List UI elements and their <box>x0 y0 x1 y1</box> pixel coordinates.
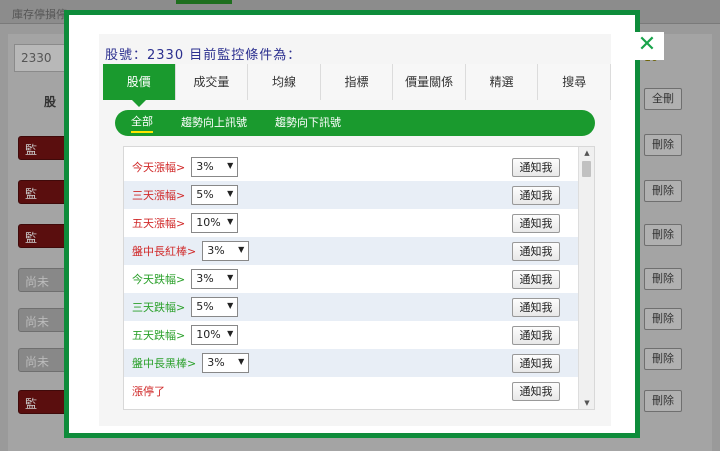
background-status-button[interactable]: 監 <box>18 390 70 414</box>
condition-label: 三天跌幅> <box>132 301 186 314</box>
threshold-value: 10% <box>196 328 221 341</box>
background-status-button[interactable]: 尚未 <box>18 348 70 372</box>
background-status-button[interactable]: 尚未 <box>18 308 70 332</box>
condition-row: 五天漲幅> 10% ▼ 通知我 <box>124 209 578 237</box>
condition-label: 漲停了 <box>132 385 165 398</box>
condition-label: 盤中長黑棒> <box>132 357 197 370</box>
threshold-value: 3% <box>207 356 225 369</box>
notify-me-button[interactable]: 通知我 <box>512 241 560 261</box>
notify-me-button[interactable]: 通知我 <box>512 157 560 177</box>
subtab-2[interactable]: 趨勢向下訊號 <box>275 114 341 132</box>
tab-4[interactable]: 價量關係 <box>393 64 466 100</box>
background-delete-all-button[interactable]: 全刪 <box>644 88 682 110</box>
chevron-down-icon: ▼ <box>227 161 234 170</box>
threshold-value: 5% <box>196 300 214 313</box>
threshold-value: 3% <box>207 244 225 257</box>
chevron-down-icon: ▼ <box>238 245 245 254</box>
background-top-text: 庫存停損停 <box>12 8 67 21</box>
subtab-0[interactable]: 全部 <box>131 113 153 133</box>
threshold-select[interactable]: 5% ▼ <box>191 185 239 205</box>
condition-label: 五天跌幅> <box>132 329 186 342</box>
tab-1[interactable]: 成交量 <box>175 64 249 100</box>
threshold-select[interactable]: 3% ▼ <box>202 241 250 261</box>
condition-label: 今天漲幅> <box>132 161 186 174</box>
notify-me-button[interactable]: 通知我 <box>512 353 560 373</box>
chevron-down-icon: ▼ <box>227 329 234 338</box>
threshold-select[interactable]: 3% ▼ <box>191 269 239 289</box>
background-delete-button[interactable]: 刪除 <box>644 348 682 370</box>
scroll-thumb[interactable] <box>582 161 591 177</box>
chevron-down-icon: ▼ <box>227 189 234 198</box>
threshold-value: 3% <box>196 272 214 285</box>
category-tabs: 股價 成交量 均線 指標 價量關係 精選 搜尋 <box>103 64 612 107</box>
threshold-select[interactable]: 10% ▼ <box>191 213 239 233</box>
subtab-1[interactable]: 趨勢向上訊號 <box>181 114 247 132</box>
condition-label: 盤中長紅棒> <box>132 245 197 258</box>
threshold-value: 5% <box>196 188 214 201</box>
tab-5[interactable]: 精選 <box>465 64 539 100</box>
condition-label: 五天漲幅> <box>132 217 186 230</box>
chevron-down-icon: ▼ <box>238 357 245 366</box>
modal-content: 股號：2330 目前監控條件為： 股價 成交量 均線 指標 價量關係 精選 搜尋 全部 趨勢向… <box>99 34 612 426</box>
condition-row: 漲停了 通知我 <box>124 377 578 405</box>
scroll-up-arrow-icon[interactable]: ▲ <box>579 147 594 159</box>
condition-row: 盤中長黑棒> 3% ▼ 通知我 <box>124 349 578 377</box>
chevron-down-icon: ▼ <box>227 273 234 282</box>
background-delete-button[interactable]: 刪除 <box>644 308 682 330</box>
background-status-button[interactable]: 監 <box>18 136 70 160</box>
background-delete-button[interactable]: 刪除 <box>644 390 682 412</box>
notify-me-button[interactable]: 通知我 <box>512 325 560 345</box>
signal-filter-bar: 全部 趨勢向上訊號 趨勢向下訊號 <box>115 110 595 136</box>
background-delete-button[interactable]: 刪除 <box>644 224 682 246</box>
background-status-button[interactable]: 監 <box>18 180 70 204</box>
close-icon[interactable]: ✕ <box>630 32 664 60</box>
monitor-conditions-modal: 股號：2330 目前監控條件為： 股價 成交量 均線 指標 價量關係 精選 搜尋 全部 趨勢向… <box>64 10 640 438</box>
list-scrollbar[interactable]: ▲ ▼ <box>578 147 594 409</box>
notify-me-button[interactable]: 通知我 <box>512 185 560 205</box>
condition-row: 盤中長紅棒> 3% ▼ 通知我 <box>124 237 578 265</box>
condition-list: 今天漲幅> 3% ▼ 通知我 三天漲幅> 5% ▼ 通知我 五天漲幅> 10% ▼ 通知我 盤中長紅棒>… <box>123 146 595 410</box>
condition-row: 今天漲幅> 3% ▼ 通知我 <box>124 153 578 181</box>
tab-3[interactable]: 指標 <box>320 64 394 100</box>
background-delete-button[interactable]: 刪除 <box>644 268 682 290</box>
condition-row: 五天跌幅> 10% ▼ 通知我 <box>124 321 578 349</box>
chevron-down-icon: ▼ <box>227 301 234 310</box>
threshold-select[interactable]: 3% ▼ <box>202 353 250 373</box>
threshold-value: 10% <box>196 216 221 229</box>
condition-row: 三天漲幅> 5% ▼ 通知我 <box>124 181 578 209</box>
scroll-down-arrow-icon[interactable]: ▼ <box>579 397 594 409</box>
condition-label: 今天跌幅> <box>132 273 186 286</box>
notify-me-button[interactable]: 通知我 <box>512 269 560 289</box>
notify-me-button[interactable]: 通知我 <box>512 381 560 401</box>
background-status-button[interactable]: 監 <box>18 224 70 248</box>
background-status-button[interactable]: 尚未 <box>18 268 70 292</box>
background-code-header: 股 <box>44 95 57 109</box>
condition-row: 今天跌幅> 3% ▼ 通知我 <box>124 265 578 293</box>
condition-label: 三天漲幅> <box>132 189 186 202</box>
notify-me-button[interactable]: 通知我 <box>512 213 560 233</box>
chevron-down-icon: ▼ <box>227 217 234 226</box>
threshold-select[interactable]: 5% ▼ <box>191 297 239 317</box>
background-delete-button[interactable]: 刪除 <box>644 180 682 202</box>
tab-6[interactable]: 搜尋 <box>538 64 612 100</box>
threshold-select[interactable]: 3% ▼ <box>191 157 239 177</box>
condition-row: 三天跌幅> 5% ▼ 通知我 <box>124 293 578 321</box>
modal-title: 股號：2330 目前監控條件為： <box>105 48 302 63</box>
tab-0[interactable]: 股價 <box>103 64 176 107</box>
notify-me-button[interactable]: 通知我 <box>512 297 560 317</box>
background-delete-button[interactable]: 刪除 <box>644 134 682 156</box>
background-active-indicator <box>176 0 232 4</box>
tab-2[interactable]: 均線 <box>248 64 321 100</box>
threshold-value: 3% <box>196 160 214 173</box>
threshold-select[interactable]: 10% ▼ <box>191 325 239 345</box>
